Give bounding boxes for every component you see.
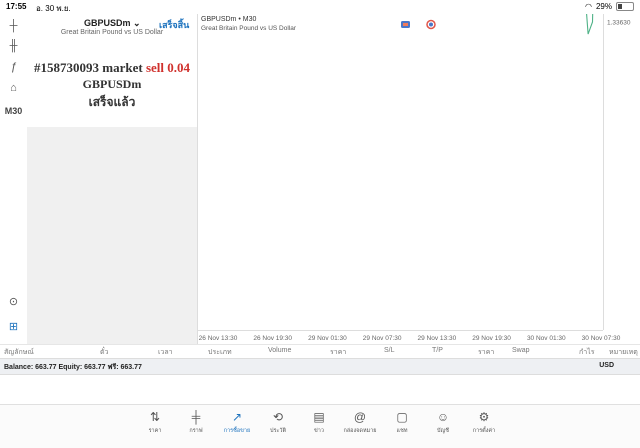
settings-icon: ⚙ <box>478 410 490 424</box>
nav-settings-label: การตั้งค่า <box>472 428 496 434</box>
nav-history-label: ประวัติ <box>269 428 287 434</box>
y-tick-label: 1.33630 <box>607 20 631 27</box>
x-tick-label: 29 Nov 07:30 <box>363 335 402 342</box>
history-icon: ⟲ <box>272 410 284 424</box>
order-panel-content: GBPUSDm ⌄ เสร็จสิ้น Great Britain Pound … <box>27 14 197 127</box>
nav-chat[interactable]: ▢ แชท <box>384 409 420 439</box>
x-tick-label: 26 Nov 19:30 <box>253 335 292 342</box>
symbol-selector[interactable]: GBPUSDm ⌄ <box>84 18 141 29</box>
nav-history[interactable]: ⟲ ประวัติ <box>260 409 296 439</box>
chat-icon: ▢ <box>396 410 408 424</box>
col-price-current[interactable]: ราคา <box>478 347 494 358</box>
order-ticket: #158730093 market <box>34 60 146 75</box>
nav-chat-label: แชท <box>396 428 408 434</box>
balance-currency: USD <box>599 362 614 369</box>
bottom-nav: ⇅ ราคา ╪ กราฟ ↗ การซื้อขาย ⟲ ประวัติ ▤ ข่าว @… <box>0 404 640 448</box>
price-chart[interactable]: 1.336301.335701.335101.334501.333901.333… <box>198 14 640 344</box>
symbol-description: Great Britain Pound vs US Dollar <box>60 29 164 36</box>
chart-icon: ╪ <box>191 410 201 424</box>
nav-quotes[interactable]: ⇅ ราคา <box>137 409 173 439</box>
timeframe-m30[interactable]: M30 <box>4 103 23 119</box>
x-tick-label: 29 Nov 19:30 <box>472 335 511 342</box>
objects-icon[interactable]: ⌂ <box>4 80 23 96</box>
wifi-icon: ◠ <box>585 2 592 11</box>
col-time[interactable]: เวลา <box>158 347 173 358</box>
x-tick-label: 26 Nov 13:30 <box>199 335 238 342</box>
trade-panel-icon-inner <box>403 23 408 26</box>
nav-mailbox[interactable]: @ กล่องจดหมาย <box>342 409 378 439</box>
nav-accounts[interactable]: ☺ บัญชี <box>425 409 461 439</box>
col-symbol[interactable]: สัญลักษณ์ <box>4 347 34 358</box>
order-summary: #158730093 market sell 0.04 <box>27 60 197 76</box>
chevron-down-icon: ⌄ <box>133 18 141 28</box>
nav-mailbox-label: กล่องจดหมาย <box>343 428 377 434</box>
order-side-volume: sell 0.04 <box>145 60 190 75</box>
balance-bar: Balance: 663.77 Equity: 663.77 ฟรี: 663.… <box>0 358 640 375</box>
col-volume[interactable]: Volume <box>268 347 291 354</box>
col-price[interactable]: ราคา <box>330 347 346 358</box>
order-status: เสร็จแล้ว <box>88 95 136 109</box>
battery-icon <box>616 2 634 11</box>
add-icon[interactable]: ⊞ <box>4 319 23 335</box>
candlestick-icon[interactable]: ╫ <box>4 38 23 54</box>
mailbox-icon: @ <box>353 410 367 424</box>
nav-trade[interactable]: ↗ การซื้อขาย <box>219 409 255 439</box>
order-panel: GBPUSDm ⌄ เสร็จสิ้น Great Britain Pound … <box>27 14 198 344</box>
nav-settings[interactable]: ⚙ การตั้งค่า <box>466 409 502 439</box>
col-tp[interactable]: T/P <box>432 347 443 354</box>
status-time: 17:55 <box>6 2 27 11</box>
symbol-name: GBPUSDm <box>84 18 131 28</box>
col-type[interactable]: ประเภท <box>208 347 232 358</box>
x-tick-label: 30 Nov 01:30 <box>527 335 566 342</box>
status-bar: 17:55 อ. 30 พ.ย. ◠ 29% <box>0 0 640 14</box>
nav-chart-label: กราฟ <box>189 428 203 434</box>
order-symbol: GBPUSDm <box>82 77 142 91</box>
trade-icon: ↗ <box>231 410 243 424</box>
col-sl[interactable]: S/L <box>384 347 395 354</box>
status-right: ◠ 29% <box>585 2 634 11</box>
chart-description: Great Britain Pound vs US Dollar <box>201 25 297 32</box>
nav-chart[interactable]: ╪ กราฟ <box>178 409 214 439</box>
nav-quotes-label: ราคา <box>148 428 162 434</box>
x-tick-label: 29 Nov 13:30 <box>418 335 457 342</box>
col-swap[interactable]: Swap <box>512 347 530 354</box>
chart-svg[interactable]: 1.336301.335701.335101.334501.333901.333… <box>198 14 640 344</box>
balance-summary: Balance: 663.77 Equity: 663.77 ฟรี: 663.… <box>4 364 142 371</box>
nav-news[interactable]: ▤ ข่าว <box>301 409 337 439</box>
nav-trade-label: การซื้อขาย <box>223 428 251 434</box>
crosshair-icon[interactable]: ┼ <box>4 18 23 34</box>
chart-background <box>198 14 640 344</box>
nav-accounts-label: บัญชี <box>437 428 449 434</box>
accounts-icon: ☺ <box>436 410 450 424</box>
quotes-icon: ⇅ <box>149 410 161 424</box>
indicator-f-icon[interactable]: ƒ <box>4 59 23 75</box>
positions-table-header: สัญลักษณ์ ตั๋ว เวลา ประเภท Volume ราคา S… <box>0 344 640 358</box>
left-toolbar: ┼ ╫ ƒ ⌂ M30 ⊙ ⊞ <box>0 14 28 344</box>
news-icon: ▤ <box>313 410 325 424</box>
x-tick-label: 29 Nov 01:30 <box>308 335 347 342</box>
zoom-icon[interactable]: ⊙ <box>4 294 23 310</box>
col-profit[interactable]: กำไร <box>579 347 594 358</box>
nav-news-label: ข่าว <box>314 428 324 434</box>
col-comment[interactable]: หมายเหตุ <box>609 347 638 358</box>
battery-percent: 29% <box>595 2 612 11</box>
one-click-icon-inner <box>429 22 433 27</box>
col-ticket[interactable]: ตั๋ว <box>100 347 108 358</box>
chart-symbol-label: GBPUSDm • M30 <box>201 16 256 23</box>
x-tick-label: 30 Nov 07:30 <box>582 335 621 342</box>
